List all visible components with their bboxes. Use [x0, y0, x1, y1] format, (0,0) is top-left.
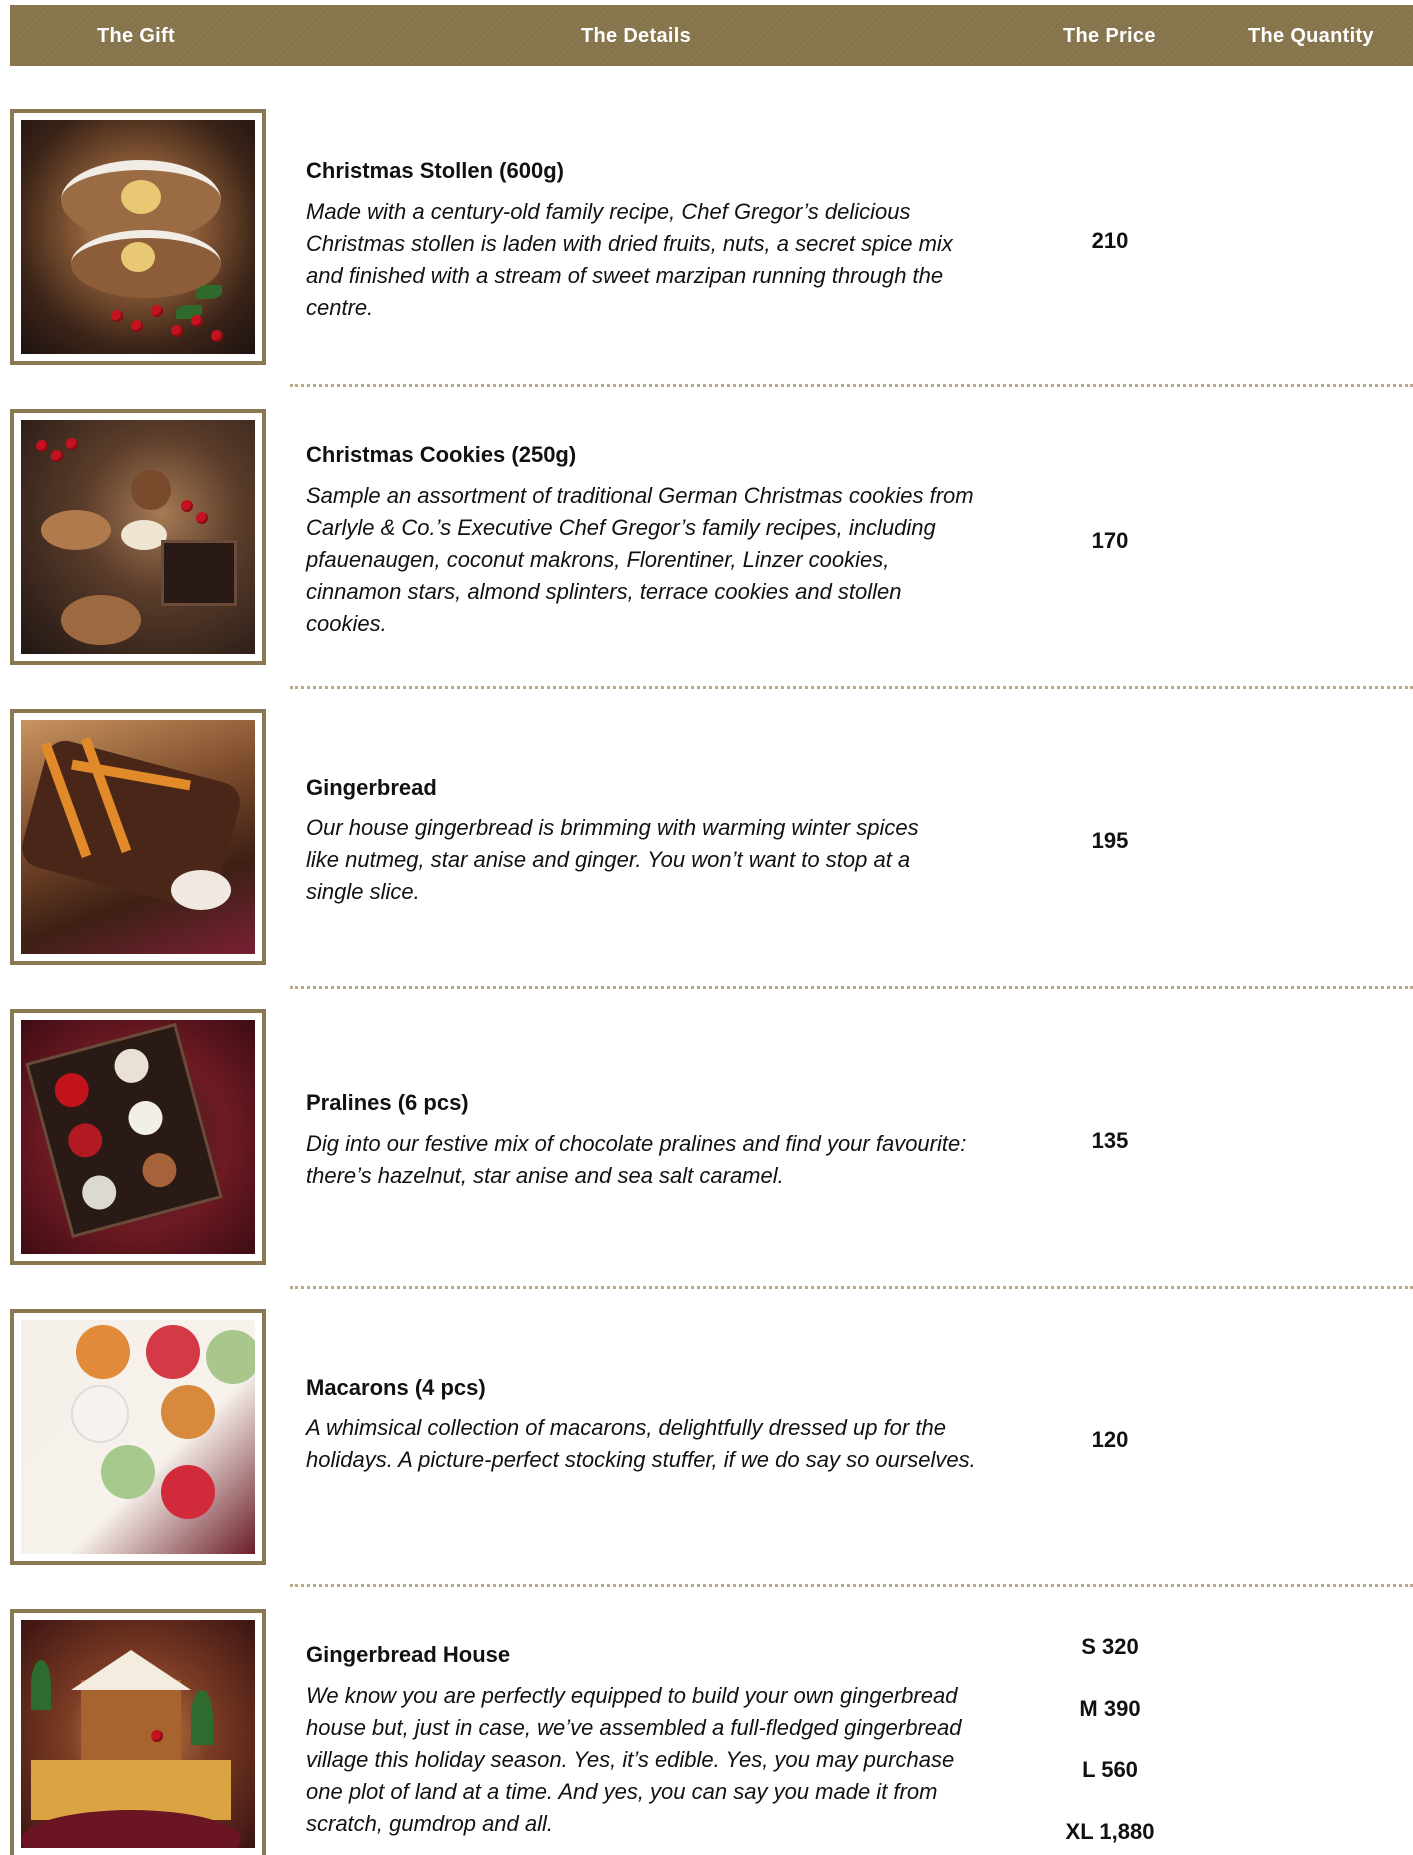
item-description: Made with a century-old family recipe, C…	[306, 199, 953, 320]
row-divider	[290, 986, 1413, 989]
item-price: 195	[1091, 828, 1129, 853]
size-price-l: L 560	[1082, 1757, 1138, 1782]
item-title: Christmas Cookies (250g)	[306, 442, 577, 467]
item-description: Sample an assortment of traditional Germ…	[306, 483, 974, 636]
size-price-m: M 390	[1079, 1696, 1141, 1721]
item-title: Macarons (4 pcs)	[306, 1375, 486, 1400]
item-price: 135	[1091, 1128, 1129, 1153]
row-divider	[290, 1584, 1413, 1587]
gingerbread-house-image	[10, 1609, 266, 1855]
stollen-image	[10, 109, 266, 365]
column-header-details: The Details	[581, 25, 691, 47]
item-title: Christmas Stollen (600g)	[306, 158, 564, 183]
row-divider	[290, 384, 1413, 387]
item-price: 210	[1091, 228, 1129, 253]
cookies-image	[10, 409, 266, 665]
item-description: We know you are perfectly equipped to bu…	[306, 1683, 962, 1836]
item-title: Gingerbread House	[306, 1642, 511, 1667]
item-title: Gingerbread	[306, 775, 437, 800]
gingerbread-image	[10, 709, 266, 965]
table-header: The Gift The Details The Price The Quant…	[10, 5, 1413, 66]
item-description: Dig into our festive mix of chocolate pr…	[306, 1131, 967, 1188]
row-divider	[290, 1286, 1413, 1289]
item-title: Pralines (6 pcs)	[306, 1090, 469, 1115]
macarons-image	[10, 1309, 266, 1565]
item-description: A whimsical collection of macarons, deli…	[306, 1415, 976, 1472]
item-price: 120	[1091, 1427, 1129, 1452]
column-header-price: The Price	[1063, 25, 1156, 47]
item-description: Our house gingerbread is brimming with w…	[306, 815, 919, 904]
column-header-quantity: The Quantity	[1248, 25, 1374, 47]
item-price: 170	[1091, 528, 1129, 553]
column-header-gift: The Gift	[97, 25, 175, 47]
pralines-image	[10, 1009, 266, 1265]
size-price-xl: XL 1,880	[1065, 1819, 1155, 1844]
row-divider	[290, 686, 1413, 689]
size-price-s: S 320	[1081, 1634, 1139, 1659]
